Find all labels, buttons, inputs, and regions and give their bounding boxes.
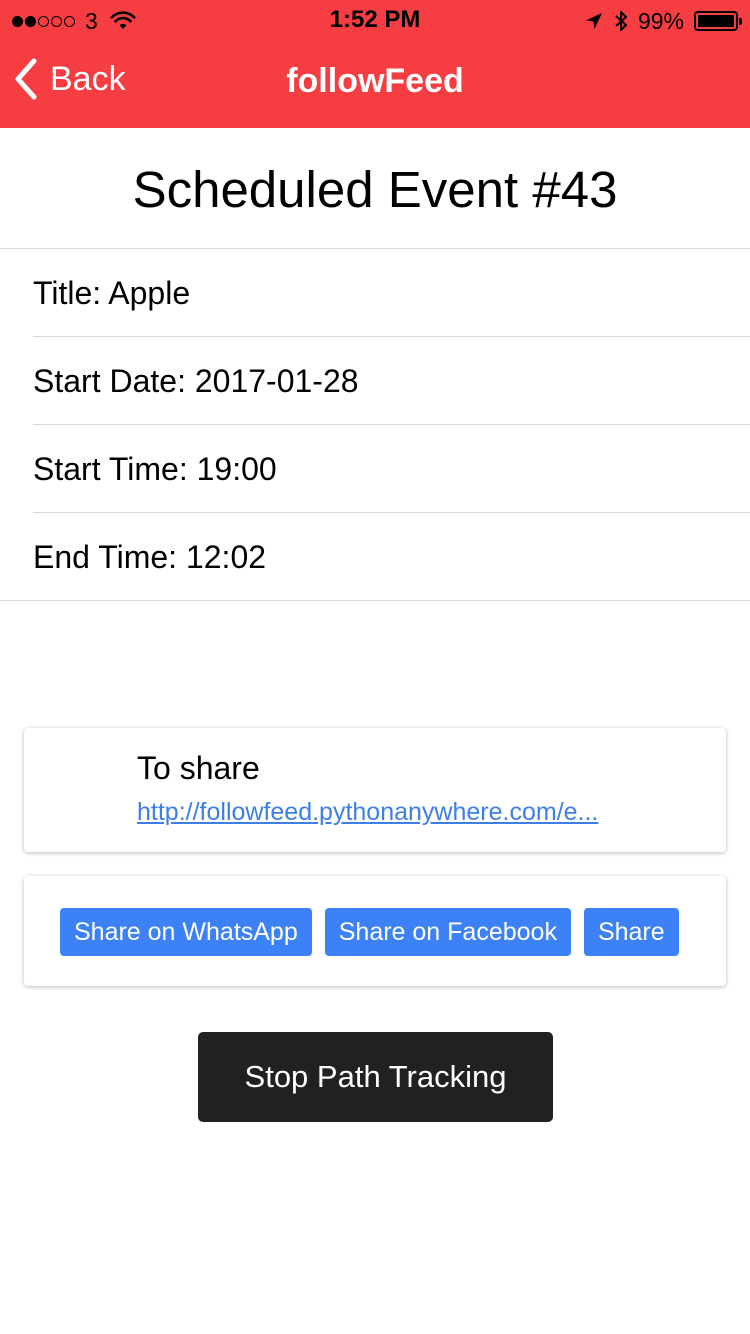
share-label: To share [137,750,260,786]
share-whatsapp-button[interactable]: Share on WhatsApp [60,908,312,956]
location-arrow-icon [585,13,602,29]
share-link-card: To share http://followfeed.pythonanywher… [24,728,726,852]
detail-row-start-date: Start Date: 2017-01-28 [0,337,750,425]
detail-end-time-text: End Time: 12:02 [33,538,267,575]
share-buttons-card: Share on WhatsApp Share on Facebook Share [24,876,726,986]
nav-title: followFeed [286,62,464,100]
detail-row-title: Title: Apple [0,249,750,337]
page-title: Scheduled Event #43 [132,161,618,218]
battery-icon [694,11,742,31]
event-detail-list: Title: Apple Start Date: 2017-01-28 Star… [0,249,750,601]
detail-row-end-time: End Time: 12:02 [0,513,750,601]
row-separator [0,600,750,601]
share-link[interactable]: http://followfeed.pythonanywhere.com/e..… [137,798,682,827]
navigation-bar: Back followFeed [0,40,750,128]
status-right: 99% [574,7,742,34]
stop-path-tracking-button[interactable]: Stop Path Tracking [198,1032,553,1122]
share-buttons-scroller[interactable]: Share on WhatsApp Share on Facebook Share [60,908,694,956]
detail-start-date-text: Start Date: 2017-01-28 [33,362,359,399]
app-header: 3 1:52 PM 99% Back followFeed [0,0,750,128]
bluetooth-icon [615,11,627,31]
share-more-button[interactable]: Share [583,908,679,956]
detail-title-text: Title: Apple [33,274,191,311]
battery-level [698,15,734,27]
detail-start-time-text: Start Time: 19:00 [33,450,277,487]
battery-percent: 99% [637,7,684,34]
battery-tip [739,18,742,25]
status-bar: 3 1:52 PM 99% [0,0,750,40]
share-facebook-button[interactable]: Share on Facebook [324,908,571,956]
detail-row-start-time: Start Time: 19:00 [0,425,750,513]
